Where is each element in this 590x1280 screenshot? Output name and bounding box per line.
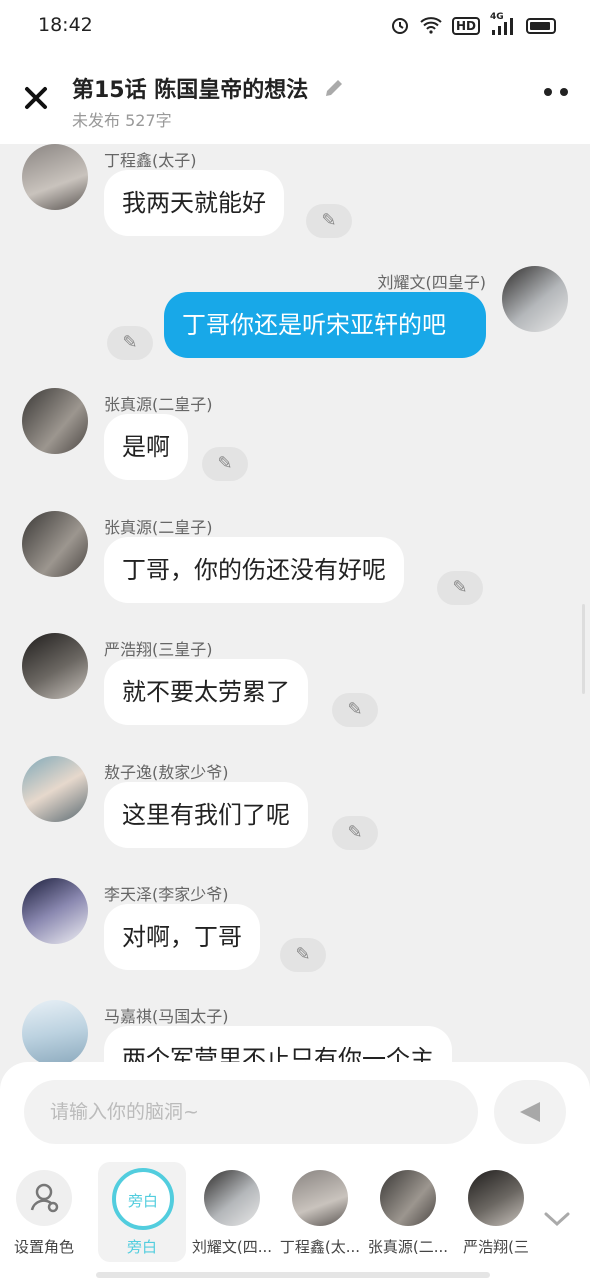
scrollbar[interactable]	[582, 604, 585, 694]
wifi-icon	[420, 16, 442, 37]
status-time: 18:42	[38, 14, 93, 36]
speaker-name: 刘耀文(四皇子)	[377, 273, 487, 292]
status-icons: HD 4G	[390, 12, 556, 38]
speaker-name: 张真源(二皇子)	[104, 518, 213, 537]
avatar[interactable]	[22, 756, 88, 822]
avatar	[204, 1170, 260, 1226]
chat-message: 张真源(二皇子) 丁哥，你的伤还没有好呢 ✎	[0, 511, 590, 611]
avatar[interactable]	[22, 511, 88, 577]
message-bubble[interactable]: 就不要太劳累了	[104, 659, 308, 725]
more-dot-icon	[560, 88, 568, 96]
add-role-icon	[16, 1170, 72, 1226]
chat-message: 丁程鑫(太子) 我两天就能好 ✎	[0, 144, 590, 244]
message-bubble[interactable]: 对啊，丁哥	[104, 904, 260, 970]
speaker-name: 张真源(二皇子)	[104, 395, 213, 414]
avatar[interactable]	[22, 144, 88, 210]
chat-message: 严浩翔(三皇子) 就不要太劳累了 ✎	[0, 633, 590, 733]
composer-panel: 请输入你的脑洞~ 设置角色 旁白 旁白 刘耀文(四... 丁程鑫(太... 张真…	[0, 1062, 590, 1280]
message-bubble[interactable]: 我两天就能好	[104, 170, 284, 236]
message-bubble[interactable]: 丁哥，你的伤还没有好呢	[104, 537, 404, 603]
speaker-name: 丁程鑫(太子)	[104, 151, 197, 170]
chapter-status: 未发布 527字	[72, 111, 172, 130]
narrator-avatar-text: 旁白	[127, 1192, 158, 1210]
chat-message: 敖子逸(敖家少爷) 这里有我们了呢 ✎	[0, 756, 590, 856]
signal-4g-icon: 4G	[490, 12, 516, 36]
speaker-name: 马嘉祺(马国太子)	[104, 1007, 229, 1026]
message-input[interactable]: 请输入你的脑洞~	[24, 1080, 478, 1144]
edit-message-button[interactable]: ✎	[306, 204, 352, 238]
speaker-name: 严浩翔(三皇子)	[104, 640, 213, 659]
edit-title-button[interactable]	[322, 76, 346, 100]
message-bubble[interactable]: 丁哥你还是听宋亚轩的吧	[164, 292, 486, 358]
role-label: 严浩翔(三	[463, 1238, 529, 1256]
chat-list[interactable]: 丁程鑫(太子) 我两天就能好 ✎ 刘耀文(四皇子) 丁哥你还是听宋亚轩的吧 ✎ …	[0, 144, 590, 1064]
message-bubble[interactable]: 两个军营里不止只有你一个主	[104, 1026, 452, 1064]
role-item[interactable]: 张真源(二...	[364, 1162, 452, 1262]
role-item-narrator[interactable]: 旁白 旁白	[98, 1162, 186, 1262]
role-label: 张真源(二...	[367, 1238, 449, 1256]
role-label: 旁白	[126, 1238, 157, 1256]
chapter-header: 第15话 陈国皇帝的想法 未发布 527字	[0, 52, 590, 144]
title-row: 第15话 陈国皇帝的想法	[72, 72, 346, 104]
send-button[interactable]	[494, 1080, 566, 1144]
scroll-indicator	[96, 1272, 490, 1278]
role-item-setup[interactable]: 设置角色	[0, 1162, 88, 1262]
edit-message-button[interactable]: ✎	[107, 326, 153, 360]
message-bubble[interactable]: 这里有我们了呢	[104, 782, 308, 848]
narrator-avatar: 旁白	[112, 1168, 174, 1230]
more-dot-icon	[544, 88, 552, 96]
avatar[interactable]	[22, 388, 88, 454]
chapter-title[interactable]: 第15话 陈国皇帝的想法	[72, 72, 308, 104]
edit-message-button[interactable]: ✎	[332, 693, 378, 727]
chat-message: 李天泽(李家少爷) 对啊，丁哥 ✎	[0, 878, 590, 978]
chat-message: 刘耀文(四皇子) 丁哥你还是听宋亚轩的吧 ✎	[0, 264, 590, 364]
edit-message-button[interactable]: ✎	[437, 571, 483, 605]
edit-message-button[interactable]: ✎	[332, 816, 378, 850]
pencil-icon	[326, 80, 343, 96]
expand-roles-button[interactable]	[540, 1202, 574, 1236]
avatar	[468, 1170, 524, 1226]
role-item[interactable]: 严浩翔(三	[452, 1162, 540, 1262]
close-button[interactable]	[18, 80, 54, 116]
battery-icon	[526, 18, 556, 34]
role-selector: 设置角色 旁白 旁白 刘耀文(四... 丁程鑫(太... 张真源(二... 严浩…	[0, 1162, 590, 1272]
status-bar: 18:42 HD 4G	[0, 0, 590, 52]
chat-message: 张真源(二皇子) 是啊 ✎	[0, 388, 590, 488]
more-button[interactable]	[544, 88, 568, 96]
role-label: 刘耀文(四...	[191, 1238, 273, 1256]
avatar	[292, 1170, 348, 1226]
alarm-icon	[390, 15, 410, 38]
role-item[interactable]: 丁程鑫(太...	[276, 1162, 364, 1262]
avatar[interactable]	[22, 1000, 88, 1064]
speaker-name: 李天泽(李家少爷)	[104, 885, 229, 904]
close-icon	[25, 87, 47, 109]
chat-message: 马嘉祺(马国太子) 两个军营里不止只有你一个主	[0, 1000, 590, 1064]
avatar[interactable]	[502, 266, 568, 332]
hd-icon: HD	[451, 17, 480, 35]
avatar	[380, 1170, 436, 1226]
avatar[interactable]	[22, 633, 88, 699]
role-label: 丁程鑫(太...	[279, 1238, 361, 1256]
edit-message-button[interactable]: ✎	[202, 447, 248, 481]
speaker-name: 敖子逸(敖家少爷)	[104, 763, 229, 782]
role-label: 设置角色	[13, 1238, 74, 1256]
avatar[interactable]	[22, 878, 88, 944]
chevron-down-icon	[544, 1212, 570, 1227]
role-item[interactable]: 刘耀文(四...	[188, 1162, 276, 1262]
send-icon	[520, 1102, 540, 1122]
message-bubble[interactable]: 是啊	[104, 414, 188, 480]
edit-message-button[interactable]: ✎	[280, 938, 326, 972]
